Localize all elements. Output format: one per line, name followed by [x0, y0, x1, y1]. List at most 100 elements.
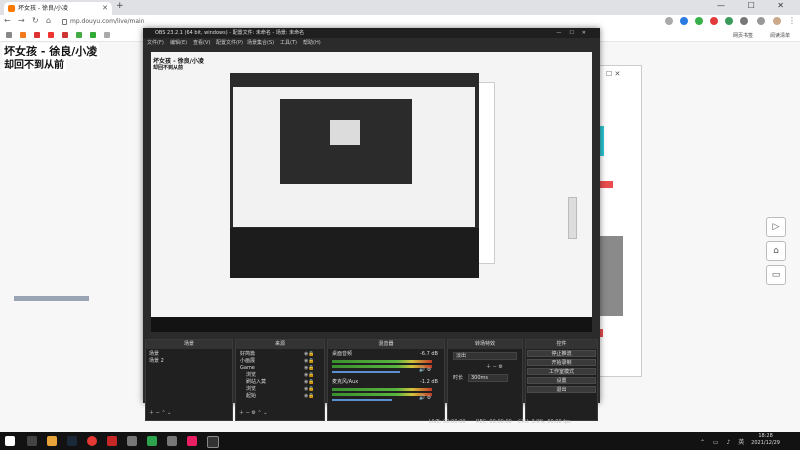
app-icon[interactable] — [167, 436, 177, 446]
mixer-channel-name: 麦克风/Aux — [332, 379, 359, 385]
new-tab-button[interactable]: + — [116, 1, 124, 11]
menu-edit[interactable]: 编辑(E) — [170, 38, 187, 48]
window-controls-2[interactable]: ☐ ✕ — [606, 70, 620, 78]
preview-song-line: 却回不到从前 — [153, 65, 184, 71]
cpu-status: CPU: 3.9%, 60.00 fps — [518, 419, 571, 425]
clock-date: 2021/12/29 — [751, 440, 780, 446]
home-icon[interactable]: ⌂ — [766, 241, 786, 261]
source-item[interactable]: 好简篇 — [240, 351, 255, 358]
transition-controls[interactable]: ＋ − ⚙ — [486, 364, 503, 371]
bookmark-icon[interactable] — [6, 32, 12, 38]
source-item[interactable]: 小画展 — [240, 358, 255, 365]
scene-item[interactable]: 场景 — [149, 351, 159, 358]
settings-button[interactable]: 设置 — [527, 377, 596, 384]
menu-view[interactable]: 查看(V) — [193, 38, 210, 48]
bookmark-icon[interactable] — [34, 32, 40, 38]
source-item[interactable]: 浏览 — [246, 386, 256, 393]
volume-slider[interactable] — [332, 371, 400, 373]
window-controls[interactable]: — ☐ ✕ — [717, 1, 794, 10]
extension-icon[interactable] — [665, 17, 673, 25]
douyu-favicon-icon — [8, 5, 15, 12]
app-icon[interactable] — [187, 436, 197, 446]
mixer-channel-db: -6.7 dB — [420, 351, 438, 357]
scenes-title: 场景 — [146, 340, 232, 349]
extension-icon[interactable] — [725, 17, 733, 25]
obs-icon[interactable] — [207, 436, 219, 448]
obs-window-controls[interactable]: —☐✕ — [556, 28, 594, 38]
bookmark-icon[interactable] — [48, 32, 54, 38]
extension-icon[interactable] — [695, 17, 703, 25]
source-item[interactable]: 浏览 — [246, 372, 256, 379]
reading-list[interactable]: 阅读清单 — [770, 32, 790, 39]
forward-icon[interactable]: → — [18, 16, 25, 25]
wechat-icon[interactable] — [147, 436, 157, 446]
bookmark-icon[interactable] — [62, 32, 68, 38]
speaker-icon[interactable]: 🔊 ⚙ — [419, 395, 431, 402]
bookmark-icon[interactable] — [20, 32, 26, 38]
url-field[interactable]: mp.douyu.com/live/main — [70, 18, 145, 25]
source-controls[interactable]: ＋ − ⚙ ⌃ ⌄ — [239, 410, 267, 417]
live-status: LIVE: 00:00:00 — [429, 419, 466, 425]
duration-input[interactable]: 300ms — [468, 374, 508, 382]
reload-icon[interactable]: ↻ — [32, 16, 39, 25]
source-item[interactable]: 刷站入莫 — [246, 379, 266, 386]
back-icon[interactable]: ← — [4, 16, 11, 25]
windows-taskbar — [0, 432, 800, 450]
sources-panel[interactable]: 来源 好简篇 小画展 Game 浏览 刷站入莫 浏览 起始 ◉🔒 ◉🔒 ◉🔒 ◉🔒 ◉🔒… — [235, 339, 325, 421]
bookmark-icon[interactable] — [90, 32, 96, 38]
menu-icon[interactable]: ⋮ — [788, 16, 796, 25]
obs-window-title: OBS 23.2.1 (64 bit, windows) - 配置文件: 未命名… — [155, 30, 305, 36]
close-tab-icon[interactable]: ✕ — [102, 2, 108, 15]
browser-tab[interactable]: 坏女孩 - 徐良/小凌 ✕ — [4, 2, 112, 15]
play-icon[interactable]: ▷ — [766, 217, 786, 237]
app-icon[interactable] — [107, 436, 117, 446]
start-recording-button[interactable]: 开始录制 — [527, 359, 596, 366]
sources-title: 来源 — [236, 340, 324, 349]
rec-status: REC: 00:00:00 — [476, 419, 512, 425]
scenes-panel[interactable]: 场景 场景 场景 2 ＋ − ⌃ ⌄ — [145, 339, 233, 421]
menu-file[interactable]: 文件(F) — [147, 38, 164, 48]
stop-streaming-button[interactable]: 停止推流 — [527, 350, 596, 357]
audio-meter — [332, 360, 432, 363]
menu-tools[interactable]: 工具(T) — [280, 38, 297, 48]
app-icon[interactable] — [47, 436, 57, 446]
extension-icon[interactable] — [710, 17, 718, 25]
app-icon[interactable] — [127, 436, 137, 446]
taskbar-clock[interactable]: 18:28 2021/12/29 — [751, 433, 780, 447]
speaker-icon[interactable]: 🔊 ⚙ — [419, 367, 431, 374]
system-tray-icons[interactable]: ⌃ ▭ ♪ 英 — [700, 437, 747, 446]
bookmark-icon[interactable] — [76, 32, 82, 38]
mixer-title: 混音器 — [328, 340, 444, 349]
extension-icon[interactable] — [757, 17, 765, 25]
bookmark-icon[interactable] — [104, 32, 110, 38]
source-item[interactable]: Game — [240, 365, 255, 372]
avatar[interactable] — [773, 17, 781, 25]
chrome-icon[interactable] — [87, 436, 97, 446]
transition-select[interactable]: 淡出 — [453, 352, 517, 360]
bookmark-folder[interactable]: 网页书签 — [733, 32, 753, 39]
extension-icon[interactable] — [680, 17, 688, 25]
audio-meter — [332, 393, 432, 396]
transitions-panel[interactable]: 转场特效 淡出 ＋ − ⚙ 时长 300ms — [447, 339, 523, 421]
volume-slider[interactable] — [332, 399, 392, 401]
studio-mode-button[interactable]: 工作室模式 — [527, 368, 596, 375]
scene-controls[interactable]: ＋ − ⌃ ⌄ — [149, 410, 171, 417]
menu-scene-collection[interactable]: 场景集合(S) — [247, 38, 274, 48]
extension-icon[interactable] — [740, 17, 748, 25]
exit-button[interactable]: 退出 — [527, 386, 596, 393]
tv-icon[interactable]: ▭ — [766, 265, 786, 285]
start-icon[interactable] — [5, 436, 15, 446]
menu-help[interactable]: 帮助(H) — [303, 38, 321, 48]
controls-title: 控件 — [526, 340, 597, 349]
audio-meter — [332, 388, 432, 391]
steam-icon[interactable] — [67, 436, 77, 446]
home-icon[interactable]: ⌂ — [46, 16, 51, 25]
menu-profile[interactable]: 配置文件(P) — [216, 38, 243, 48]
source-item[interactable]: 起始 — [246, 393, 256, 400]
source-visibility-icons[interactable]: ◉🔒 ◉🔒 ◉🔒 ◉🔒 ◉🔒 ◉🔒 ◉🔒 — [304, 351, 320, 400]
task-view-icon[interactable] — [27, 436, 37, 446]
scene-item[interactable]: 场景 2 — [149, 358, 164, 365]
obs-menubar: 文件(F) 编辑(E) 查看(V) 配置文件(P) 场景集合(S) 工具(T) … — [143, 38, 600, 48]
mixer-panel[interactable]: 混音器 桌面音频 -6.7 dB 🔊 ⚙ 麦克风/Aux -1.2 dB 🔊 ⚙ — [327, 339, 445, 421]
preview-side-icons — [568, 197, 577, 239]
